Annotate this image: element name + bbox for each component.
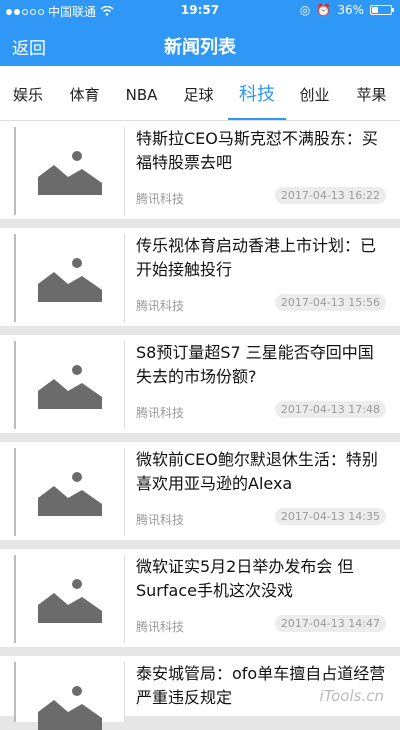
news-item[interactable]: 微软前CEO鲍尔默退休生活：特别喜欢用亚马逊的Alexa 腾讯科技 2017-0… — [0, 442, 400, 540]
battery-percent: 36% — [337, 3, 364, 17]
news-title: 微软证实5月2日举办发布会 但Surface手机这次没戏 — [136, 557, 354, 600]
news-item[interactable]: 特斯拉CEO马斯克怼不满股东：买福特股票去吧 腾讯科技 2017-04-13 1… — [0, 121, 400, 219]
news-thumbnail — [14, 234, 125, 322]
image-placeholder-icon — [38, 258, 102, 302]
image-placeholder-icon — [38, 472, 102, 516]
tab-chuangye[interactable]: 创业 — [286, 66, 343, 120]
news-thumbnail — [14, 662, 125, 730]
alarm-icon: ⏰ — [316, 3, 332, 17]
news-item[interactable]: S8预订量超S7 三星能否夺回中国失去的市场份额? 腾讯科技 2017-04-1… — [0, 335, 400, 433]
location-icon: ◎ — [299, 3, 311, 17]
top-bar: 中国联通 19:57 ◎ ⏰ 36% 返回 新闻列表 — [0, 0, 400, 66]
battery-icon — [370, 5, 394, 15]
news-source: 腾讯科技 — [136, 620, 185, 634]
nav-bar: 返回 新闻列表 — [0, 22, 400, 66]
tab-zuqiu[interactable]: 足球 — [170, 66, 227, 120]
watermark: iTools.cn — [319, 687, 384, 705]
news-time: 2017-04-13 15:56 — [274, 294, 386, 311]
news-time: 2017-04-13 17:48 — [274, 401, 386, 418]
page-title: 新闻列表 — [164, 37, 236, 58]
news-source: 腾讯科技 — [136, 299, 185, 313]
tab-keji[interactable]: 科技 — [228, 66, 286, 120]
news-thumbnail — [14, 448, 125, 536]
news-thumbnail — [14, 341, 125, 429]
news-item[interactable]: 泰安城管局：ofo单车擅自占道经营 严重违反规定 — [0, 656, 400, 730]
news-source: 腾讯科技 — [136, 406, 185, 420]
tab-nba[interactable]: NBA — [113, 66, 170, 120]
news-thumbnail — [14, 555, 125, 643]
news-thumbnail — [14, 127, 125, 215]
status-right: ◎ ⏰ 36% — [299, 3, 394, 17]
status-bar: 中国联通 19:57 ◎ ⏰ 36% — [0, 0, 400, 22]
news-source: 腾讯科技 — [136, 513, 185, 527]
tab-pingguo[interactable]: 苹果 — [343, 66, 400, 120]
image-placeholder-icon — [38, 365, 102, 409]
news-source: 腾讯科技 — [136, 192, 185, 206]
news-time: 2017-04-13 14:47 — [274, 615, 386, 632]
image-placeholder-icon — [38, 686, 102, 730]
news-time: 2017-04-13 16:22 — [274, 187, 386, 204]
category-tabs: 娱乐 体育 NBA 足球 科技 创业 苹果 — [0, 66, 400, 121]
tab-yule[interactable]: 娱乐 — [0, 66, 56, 120]
news-title: 传乐视体育启动香港上市计划：已开始接触投行 — [136, 236, 377, 279]
tab-tiyu[interactable]: 体育 — [56, 66, 113, 120]
news-title: 微软前CEO鲍尔默退休生活：特别喜欢用亚马逊的Alexa — [136, 450, 378, 493]
news-item[interactable]: 传乐视体育启动香港上市计划：已开始接触投行 腾讯科技 2017-04-13 15… — [0, 228, 400, 326]
news-title: 特斯拉CEO马斯克怼不满股东：买福特股票去吧 — [136, 129, 378, 172]
news-time: 2017-04-13 14:35 — [274, 508, 386, 525]
image-placeholder-icon — [38, 151, 102, 195]
image-placeholder-icon — [38, 579, 102, 623]
news-title: S8预订量超S7 三星能否夺回中国失去的市场份额? — [136, 343, 374, 386]
news-item[interactable]: 微软证实5月2日举办发布会 但Surface手机这次没戏 腾讯科技 2017-0… — [0, 549, 400, 647]
